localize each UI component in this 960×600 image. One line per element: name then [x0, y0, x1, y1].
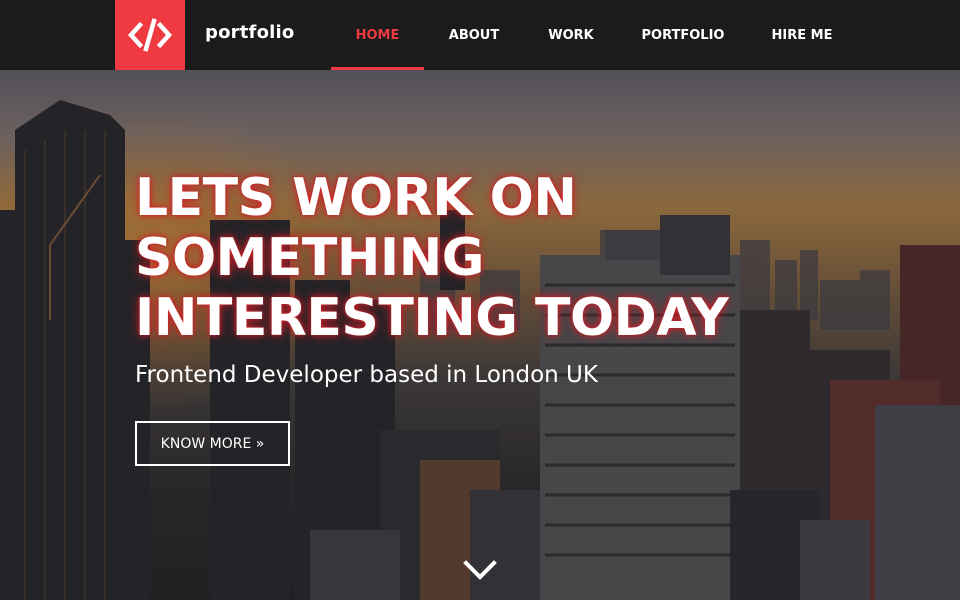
nav-home[interactable]: HOME	[331, 0, 424, 70]
chevron-down-icon	[463, 560, 497, 580]
hero-headline: LETS WORK ON SOMETHING INTERESTING TODAY	[135, 168, 775, 348]
nav-about[interactable]: ABOUT	[424, 0, 524, 70]
logo[interactable]	[115, 0, 185, 70]
nav-work[interactable]: WORK	[524, 0, 618, 70]
know-more-button[interactable]: KNOW MORE »	[135, 421, 290, 466]
hero-section: LETS WORK ON SOMETHING INTERESTING TODAY…	[0, 70, 960, 600]
headline-line: SOMETHING	[135, 228, 484, 288]
hero-subtitle: Frontend Developer based in London UK	[135, 362, 598, 388]
site-header: portfolio HOME ABOUT WORK PORTFOLIO HIRE…	[0, 0, 960, 70]
headline-line: INTERESTING TODAY	[135, 288, 729, 348]
nav-portfolio[interactable]: PORTFOLIO	[618, 0, 748, 70]
nav-hire-me[interactable]: HIRE ME	[748, 0, 856, 70]
headline-line: LETS WORK ON	[135, 168, 577, 228]
brand-name[interactable]: portfolio	[205, 22, 294, 43]
code-brackets-icon	[127, 18, 173, 52]
scroll-down-button[interactable]	[462, 558, 498, 582]
